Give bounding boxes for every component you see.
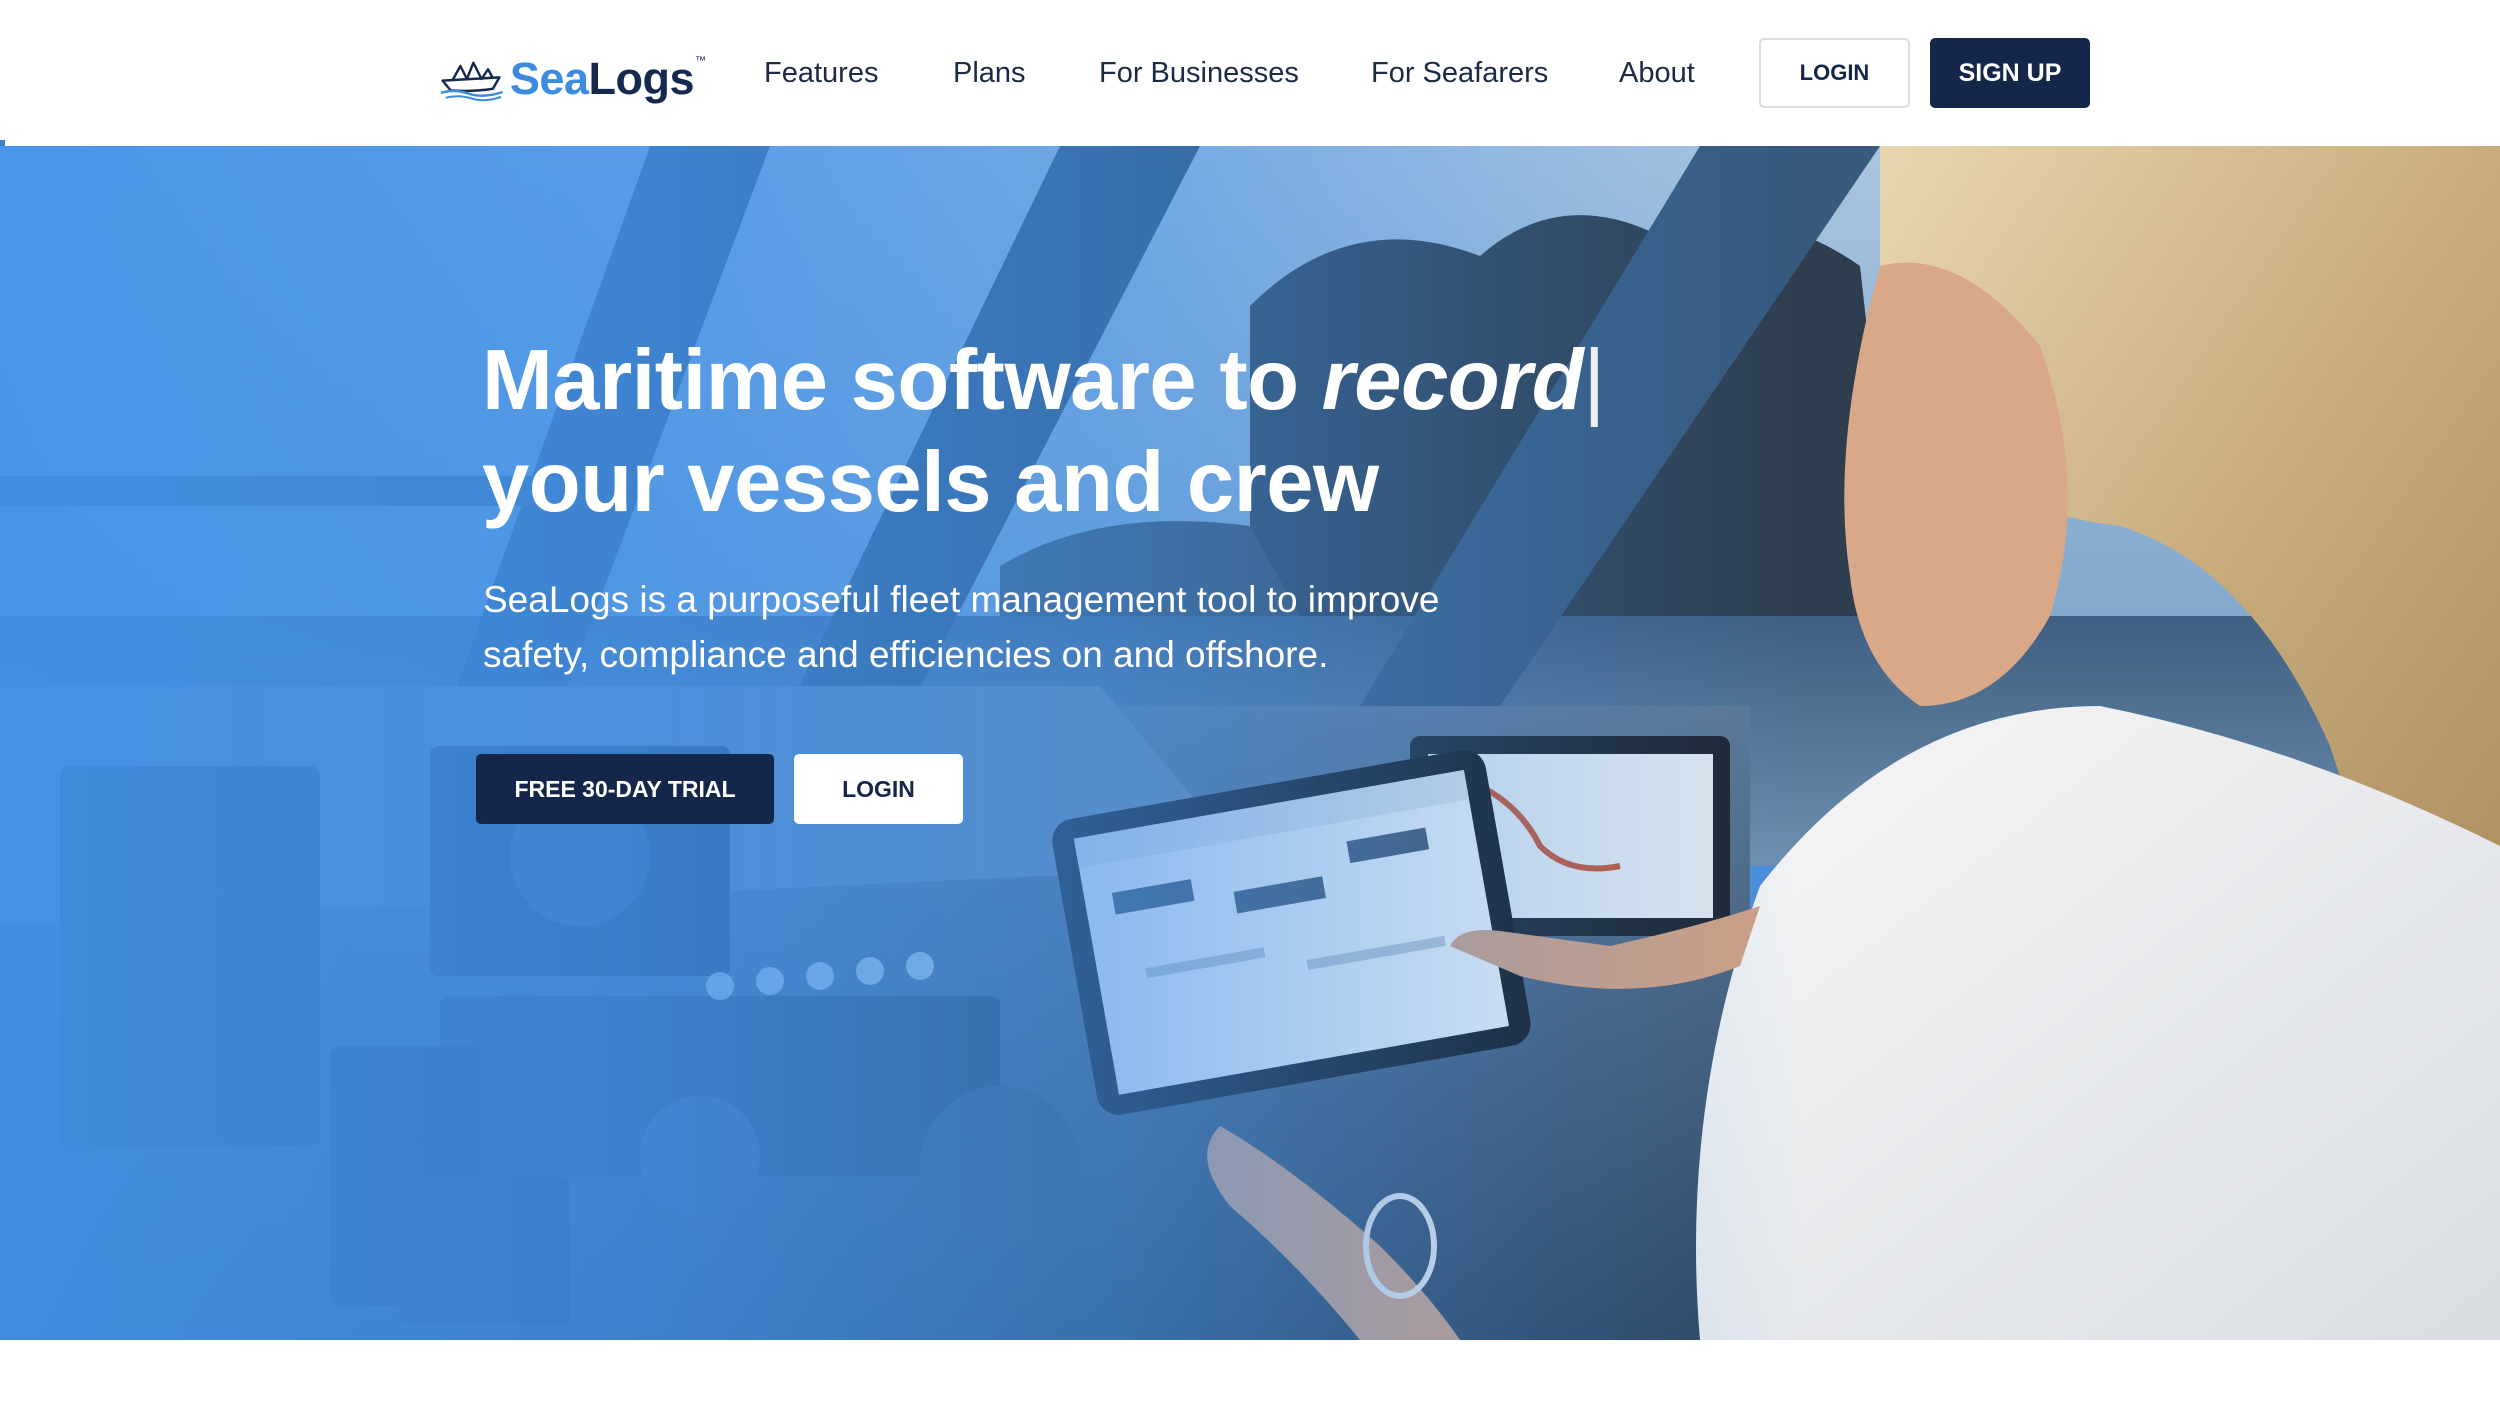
site-header: SeaLogs ™ Features Plans For Businesses F… xyxy=(0,0,2500,146)
hero-login-button[interactable]: LOGIN xyxy=(794,754,963,824)
paper-boat-icon xyxy=(440,61,504,102)
logo-sea: Sea xyxy=(509,53,589,104)
sealogs-logo[interactable]: SeaLogs ™ xyxy=(436,48,706,110)
typing-caret: | xyxy=(1583,333,1605,428)
logo-wordmark: SeaLogs xyxy=(509,53,695,105)
hero-subtitle-line2: safety, compliance and efficiencies on a… xyxy=(483,634,1329,675)
free-trial-button[interactable]: FREE 30-DAY TRIAL xyxy=(476,754,774,824)
nav-for-businesses[interactable]: For Businesses xyxy=(1099,48,1299,98)
nav-for-seafarers[interactable]: For Seafarers xyxy=(1371,48,1548,98)
hero-blue-overlay xyxy=(0,146,2500,1340)
hero-title-emphasis: record xyxy=(1321,333,1584,428)
hero-title-line2: your vessels and crew xyxy=(482,435,1379,530)
hero-subtitle-line1: SeaLogs is a purposeful fleet management… xyxy=(483,579,1440,620)
logo-trademark: ™ xyxy=(695,55,706,67)
nav-plans[interactable]: Plans xyxy=(953,48,1026,98)
nav-about[interactable]: About xyxy=(1619,48,1695,98)
logo-logs: Logs xyxy=(588,53,695,104)
header-signup-button[interactable]: SIGN UP xyxy=(1930,38,2090,108)
hero-subtitle: SeaLogs is a purposeful fleet management… xyxy=(483,572,1483,682)
nav-features[interactable]: Features xyxy=(764,48,878,98)
hero-title: Maritime software to record| your vessel… xyxy=(482,330,1682,534)
header-login-button[interactable]: LOGIN xyxy=(1759,38,1910,108)
hero-title-prefix: Maritime software to xyxy=(482,333,1322,428)
hero-section: Maritime software to record| your vessel… xyxy=(0,146,2500,1340)
